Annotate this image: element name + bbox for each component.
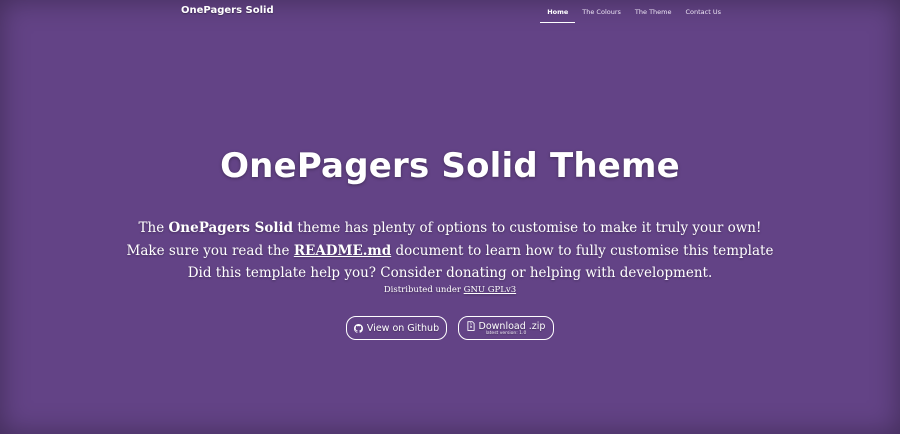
theme-name-bold: OnePagers Solid [168,220,294,236]
hero-line-2: Make sure you read the README.md documen… [0,240,900,263]
main-nav: Home The Colours The Theme Contact Us [540,0,728,24]
line-2-suffix: document to learn how to fully customise… [391,242,774,259]
nav-home[interactable]: Home [540,0,576,24]
github-button-content: View on Github [353,322,440,334]
license-note: Distributed under GNU GPLv3 [0,285,900,295]
nav-contact-us[interactable]: Contact Us [679,0,729,24]
hero-title: OnePagers Solid Theme [220,146,680,186]
license-prefix: Distributed under [383,285,464,295]
view-on-github-button[interactable]: View on Github [346,316,447,340]
download-zip-button[interactable]: Download .zip latest version: 1.0 [458,316,554,340]
navbar: OnePagers Solid Home The Colours The The… [0,0,900,24]
github-button-label: View on Github [366,322,440,334]
hero-description: The OnePagers Solid theme has plenty of … [0,217,900,285]
line-1-prefix: The [138,220,169,236]
download-version-label: latest version: 1.0 [485,330,527,336]
line-2-prefix: Make sure you read the [126,242,294,259]
github-icon [353,323,363,333]
hero-line-3: Did this template help you? Consider don… [187,265,713,281]
license-link[interactable]: GNU GPLv3 [464,285,516,295]
brand-logo-link[interactable]: OnePagers Solid [181,5,274,16]
nav-the-theme[interactable]: The Theme [628,0,679,24]
hero-buttons: View on Github Download .zip latest vers… [0,316,900,342]
line-1-suffix: theme has plenty of options to customise… [293,220,762,236]
nav-the-colours[interactable]: The Colours [575,0,628,24]
readme-link[interactable]: README.md [294,243,391,259]
hero-line-1: The OnePagers Solid theme has plenty of … [0,217,900,240]
file-zip-icon [466,321,475,331]
